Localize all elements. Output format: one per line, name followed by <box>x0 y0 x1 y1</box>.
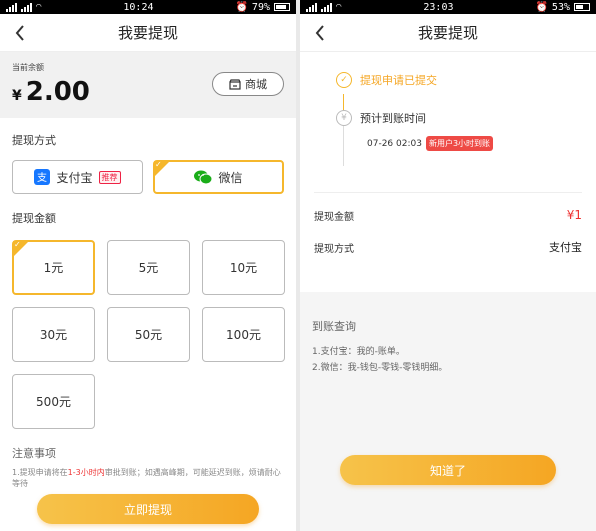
nav-bar: 我要提现 <box>300 14 596 52</box>
svg-text:支: 支 <box>37 172 47 184</box>
battery-percent: 53% <box>551 1 570 13</box>
battery-icon <box>573 3 590 11</box>
amount-row: 提现金额 ¥1 <box>300 199 596 231</box>
selected-check-icon <box>154 160 170 177</box>
alipay-label: 支付宝 <box>56 170 93 185</box>
step-eta: ¥ 预计到账时间 <box>336 110 582 126</box>
submit-withdraw-button[interactable]: 立即提现 <box>37 494 259 524</box>
query-line: 2.微信：我-钱包-零钱-零钱明细。 <box>312 363 448 373</box>
amount-label: 5元 <box>138 261 159 275</box>
signal-icon-2 <box>321 2 332 12</box>
signal-icon <box>6 2 17 12</box>
amount-grid: 1元 5元 10元 30元 50元 100元 500元 <box>0 240 296 429</box>
amount-label: 提现金额 <box>314 211 354 223</box>
selected-check-icon <box>13 240 29 257</box>
amount-label: 500元 <box>36 395 71 409</box>
query-title: 到账查询 <box>312 320 356 333</box>
alarm-icon: ⏰ <box>235 1 248 13</box>
notice-highlight: 1-3小时内 <box>67 468 105 477</box>
amount-title: 提现金额 <box>12 212 56 225</box>
step-eta-label: 预计到账时间 <box>360 112 426 125</box>
amount-label: 10元 <box>229 261 258 275</box>
currency-symbol: ¥ <box>12 88 22 104</box>
amount-option[interactable]: 100元 <box>202 307 285 362</box>
step-submitted-label: 提现申请已提交 <box>360 74 437 87</box>
method-alipay[interactable]: 支 支付宝 推荐 <box>12 160 143 194</box>
amount-option[interactable]: 10元 <box>202 240 285 295</box>
method-wechat[interactable]: 微信 <box>153 160 284 194</box>
bottom-bar: 立即提现 <box>0 487 296 531</box>
notice-prefix: 1.提现申请将在 <box>12 468 68 477</box>
battery-icon <box>273 3 290 11</box>
back-arrow-icon <box>315 25 324 41</box>
amount-option[interactable]: 5元 <box>107 240 190 295</box>
payment-methods: 支 支付宝 推荐 微信 <box>0 160 296 194</box>
wifi-icon: ◠ <box>36 2 42 12</box>
amount-label: 100元 <box>226 328 261 342</box>
page-title: 我要提现 <box>417 24 478 42</box>
balance-value: 2.00 <box>25 77 90 107</box>
confirm-area: 知道了 <box>300 455 596 485</box>
signal-icon <box>306 2 317 12</box>
method-row: 提现方式 支付宝 <box>300 231 596 263</box>
notice-text: 1.提现申请将在1-3小时内审批到账；如遇高峰期，可能延迟到账，烦请耐心等待 <box>0 467 296 489</box>
battery-percent: 79% <box>251 1 270 13</box>
alarm-icon: ⏰ <box>535 1 548 13</box>
method-value: 支付宝 <box>549 241 582 254</box>
eta-row: 07-26 02:03 新用户3小时到账 <box>367 136 582 151</box>
method-title: 提现方式 <box>12 134 56 147</box>
mall-button[interactable]: 商城 <box>212 72 284 96</box>
mall-label: 商城 <box>245 78 267 91</box>
currency-circle-icon: ¥ <box>336 110 352 126</box>
method-label: 提现方式 <box>314 243 354 255</box>
amount-label: 50元 <box>134 328 163 342</box>
notice-suffix: 审批到账；如遇高峰期，可能延迟到账， <box>104 468 249 477</box>
recommend-tag: 推荐 <box>98 170 121 184</box>
balance-panel: 当前余额 ¥2.00 商城 <box>0 52 296 118</box>
progress-timeline: ✓ 提现申请已提交 ¥ 预计到账时间 07-26 02:03 新用户3小时到账 <box>300 52 596 170</box>
wifi-icon: ◠ <box>336 2 342 12</box>
amount-option[interactable]: 500元 <box>12 374 95 429</box>
query-line: 1.支付宝：我的-账单。 <box>312 347 405 357</box>
amount-option[interactable]: 1元 <box>12 240 95 295</box>
check-circle-icon: ✓ <box>336 72 352 88</box>
confirm-button[interactable]: 知道了 <box>340 455 556 485</box>
wechat-icon <box>194 170 213 184</box>
eta-badge: 新用户3小时到账 <box>425 136 494 151</box>
amount-value: ¥1 <box>566 208 582 222</box>
status-bar: ◠ 23:03 ⏰ 53% <box>300 0 596 14</box>
wechat-label: 微信 <box>218 170 243 185</box>
withdraw-result-screen: ◠ 23:03 ⏰ 53% 我要提现 ✓ 提现申请已提交 ¥ 预计到账时间 07… <box>300 0 596 531</box>
timeline-connector-pending <box>343 122 344 166</box>
withdraw-form-screen: ◠ 10:24 ⏰ 79% 我要提现 当前余额 ¥2.00 商城 提现方式 支 … <box>0 0 296 531</box>
back-button[interactable] <box>10 23 30 43</box>
status-time: 23:03 <box>423 1 454 13</box>
back-arrow-icon <box>15 25 24 41</box>
back-button[interactable] <box>310 23 330 43</box>
step-submitted: ✓ 提现申请已提交 <box>336 72 582 88</box>
page-title: 我要提现 <box>117 24 178 42</box>
amount-option[interactable]: 30元 <box>12 307 95 362</box>
signal-icon-2 <box>21 2 32 12</box>
alipay-icon: 支 <box>34 169 51 185</box>
amount-option[interactable]: 50元 <box>107 307 190 362</box>
amount-label: 1元 <box>43 261 64 275</box>
amount-label: 30元 <box>39 328 68 342</box>
result-card: ✓ 提现申请已提交 ¥ 预计到账时间 07-26 02:03 新用户3小时到账 … <box>300 52 596 292</box>
status-bar: ◠ 10:24 ⏰ 79% <box>0 0 296 14</box>
shop-icon <box>229 78 241 90</box>
eta-time: 07-26 02:03 <box>367 138 422 149</box>
nav-bar: 我要提现 <box>0 14 296 52</box>
notice-title: 注意事项 <box>12 447 56 460</box>
status-time: 10:24 <box>123 1 154 13</box>
